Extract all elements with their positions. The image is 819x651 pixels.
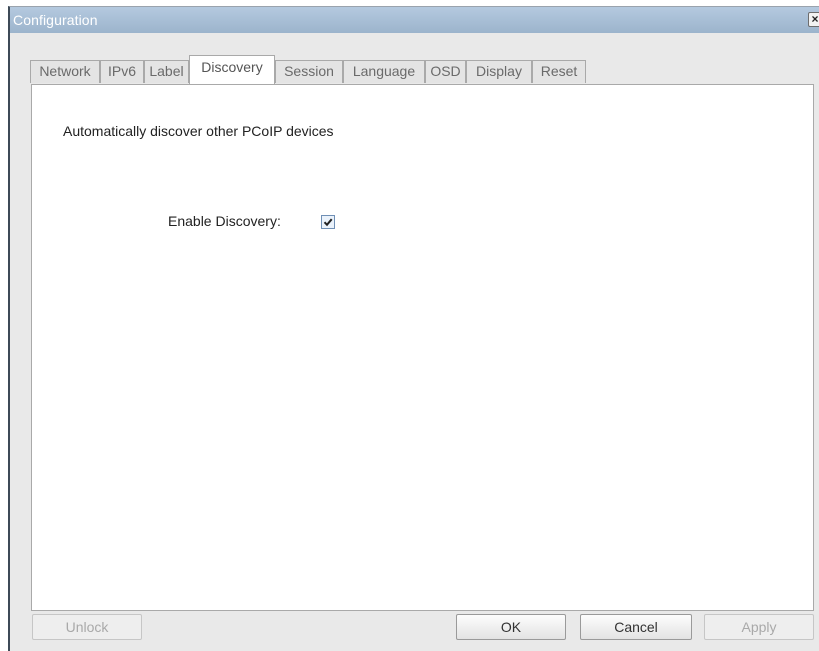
checkmark-icon [323, 218, 333, 227]
discovery-description: Automatically discover other PCoIP devic… [63, 123, 334, 139]
tab-network[interactable]: Network [30, 60, 100, 83]
enable-discovery-checkbox[interactable] [321, 215, 335, 229]
cancel-button[interactable]: Cancel [580, 614, 692, 640]
tab-display[interactable]: Display [466, 60, 532, 83]
apply-button[interactable]: Apply [704, 614, 814, 640]
configuration-window: Configuration × Network IPv6 Label Disco… [8, 6, 819, 651]
tab-reset[interactable]: Reset [532, 60, 586, 83]
discovery-panel: Automatically discover other PCoIP devic… [31, 84, 814, 611]
title-bar[interactable]: Configuration × [10, 7, 819, 33]
enable-discovery-label: Enable Discovery: [168, 213, 281, 229]
ok-button[interactable]: OK [456, 614, 566, 640]
close-icon[interactable]: × [808, 12, 819, 27]
tab-language[interactable]: Language [343, 60, 425, 83]
tab-label[interactable]: Label [144, 60, 189, 83]
tab-ipv6[interactable]: IPv6 [100, 60, 144, 83]
unlock-button[interactable]: Unlock [32, 614, 142, 640]
tab-discovery[interactable]: Discovery [189, 55, 275, 84]
tab-osd[interactable]: OSD [425, 60, 466, 83]
window-title: Configuration [13, 12, 98, 28]
tab-session[interactable]: Session [275, 60, 343, 83]
